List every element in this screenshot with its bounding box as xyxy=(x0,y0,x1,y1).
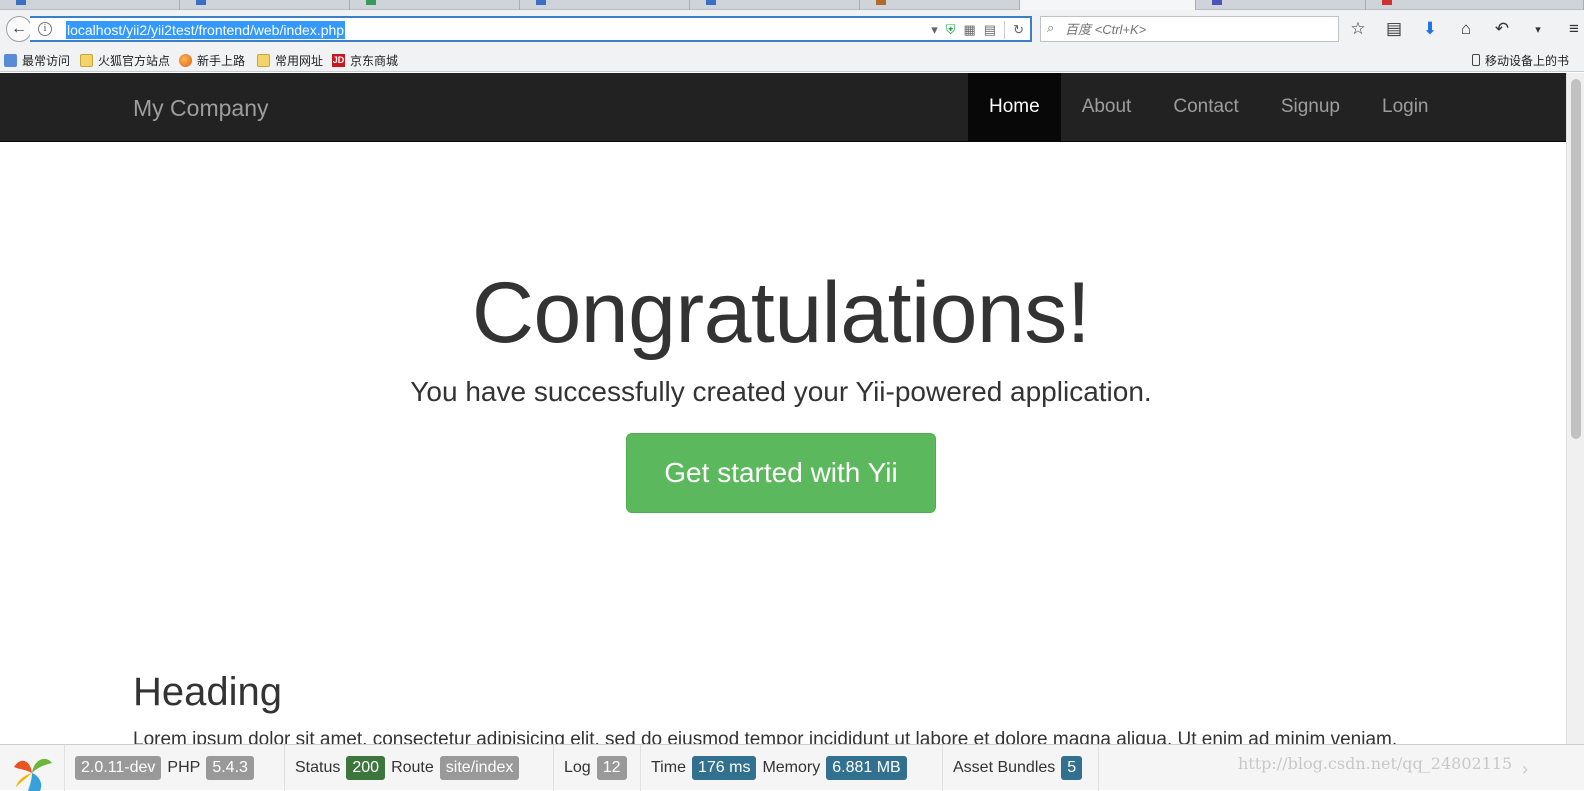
browser-tab[interactable] xyxy=(180,0,350,10)
tab-strip xyxy=(0,0,1584,10)
star-bookmark-icon[interactable]: ☆ xyxy=(1348,19,1368,39)
bookmark-label: 新手上路 xyxy=(197,53,246,68)
time-badge: 176 ms xyxy=(691,756,757,780)
reader-view-icon[interactable]: ▤ xyxy=(984,22,996,38)
status-badge: 200 xyxy=(346,756,386,780)
phone-icon xyxy=(1472,54,1480,66)
undo-icon[interactable]: ↶ xyxy=(1492,19,1512,39)
shield-icon[interactable]: ⛨ xyxy=(946,22,956,38)
bookmark-firefox-site[interactable]: 火狐官方站点 xyxy=(80,52,170,68)
home-icon[interactable]: ⌂ xyxy=(1456,19,1476,39)
firefox-icon xyxy=(179,53,192,67)
nav-contact[interactable]: Contact xyxy=(1152,73,1259,142)
log-label: Log xyxy=(564,759,591,776)
asset-bundles-badge: 5 xyxy=(1061,756,1083,780)
url-text[interactable]: localhost/yii2/yii2test/frontend/web/ind… xyxy=(66,21,346,39)
debug-divider xyxy=(1098,745,1099,791)
browser-tab-active[interactable] xyxy=(1020,0,1196,10)
bookmark-label: 京东商城 xyxy=(350,53,399,68)
search-input[interactable] xyxy=(1065,19,1325,39)
bookmark-mobile[interactable]: 移动设备上的书 xyxy=(1472,52,1569,68)
jd-logo-icon: JD xyxy=(332,53,345,67)
bookmark-label: 常用网址 xyxy=(275,53,324,68)
bookmark-label: 火狐官方站点 xyxy=(98,53,171,68)
page-title: Congratulations! xyxy=(471,265,1091,361)
time-label: Time xyxy=(651,759,686,776)
address-bar[interactable]: i localhost/yii2/yii2test/frontend/web/i… xyxy=(30,16,1032,42)
download-icon[interactable]: ⬇ xyxy=(1420,19,1440,39)
php-version-badge: 5.4.3 xyxy=(206,756,254,780)
bookmark-jd[interactable]: JD 京东商城 xyxy=(332,52,398,68)
info-icon[interactable]: i xyxy=(38,22,52,36)
address-bar-tools: ▾ ⛨ ▦ ▤ ↻ xyxy=(931,21,1024,39)
debug-profiling-block[interactable]: Time 176 ms Memory 6.881 MB xyxy=(640,745,917,791)
browser-tab[interactable] xyxy=(690,0,860,10)
bookmark-icon xyxy=(4,53,17,67)
divider xyxy=(1004,21,1006,39)
library-icon[interactable]: ▤ xyxy=(1384,19,1404,39)
reload-icon[interactable]: ↻ xyxy=(1013,22,1024,38)
qr-code-icon[interactable]: ▦ xyxy=(964,22,976,38)
yii-version-badge: 2.0.11-dev xyxy=(75,756,162,780)
php-label: PHP xyxy=(167,759,201,776)
content-section: Heading Lorem ipsum dolor sit amet, cons… xyxy=(133,667,1433,750)
browser-toolbar: ← i localhost/yii2/yii2test/frontend/web… xyxy=(0,10,1584,48)
memory-label: Memory xyxy=(762,759,821,776)
nav-about[interactable]: About xyxy=(1061,73,1153,142)
scrollbar-thumb[interactable] xyxy=(1571,79,1581,439)
lead-text: You have successfully created your Yii-p… xyxy=(410,376,1152,407)
browser-tab[interactable] xyxy=(520,0,690,10)
main-menu: Home About Contact Signup Login xyxy=(968,73,1450,142)
nav-home[interactable]: Home xyxy=(968,73,1061,142)
debug-version-block[interactable]: 2.0.11-dev PHP 5.4.3 xyxy=(64,745,264,791)
site-navbar: My Company Home About Contact Signup Log… xyxy=(0,73,1566,142)
bookmark-label: 最常访问 xyxy=(22,53,71,68)
search-icon: ⌕ xyxy=(1047,20,1055,35)
folder-icon xyxy=(257,53,270,67)
bookmark-label: 移动设备上的书 xyxy=(1485,53,1570,68)
bookmarks-bar: 最常访问 火狐官方站点 新手上路 常用网址 JD 京东商城 移动设备上的书 xyxy=(0,48,1584,72)
log-count-badge: 12 xyxy=(596,756,627,780)
dropdown-arrow-icon[interactable]: ▾ xyxy=(931,22,938,38)
browser-tab[interactable] xyxy=(1366,0,1584,10)
debug-toolbar: 2.0.11-dev PHP 5.4.3 Status 200 Route si… xyxy=(0,744,1584,791)
search-box[interactable]: ⌕ xyxy=(1040,16,1339,42)
debug-log-block[interactable]: Log 12 xyxy=(553,745,637,791)
get-started-button[interactable]: Get started with Yii xyxy=(626,433,936,513)
browser-tab[interactable] xyxy=(1196,0,1366,10)
status-label: Status xyxy=(295,759,341,776)
browser-tab[interactable] xyxy=(860,0,1020,10)
bookmark-getting-started[interactable]: 新手上路 xyxy=(179,52,245,68)
folder-icon xyxy=(80,53,93,67)
watermark-text: http://blog.csdn.net/qq_24802115 xyxy=(1238,754,1513,773)
route-badge: site/index xyxy=(439,756,520,780)
memory-badge: 6.881 MB xyxy=(826,756,907,780)
browser-action-icons: ☆ ▤ ⬇ ⌂ ↶ ▾ ≡ xyxy=(1348,18,1584,40)
back-button[interactable]: ← xyxy=(6,16,32,42)
page-scrollbar[interactable] xyxy=(1566,73,1584,790)
asset-bundles-label: Asset Bundles xyxy=(953,759,1056,776)
bookmark-most-visited[interactable]: 最常访问 xyxy=(4,52,70,68)
section-heading: Heading xyxy=(133,670,283,714)
browser-tab[interactable] xyxy=(350,0,520,10)
chevron-down-icon[interactable]: ▾ xyxy=(1528,23,1548,36)
brand-link[interactable]: My Company xyxy=(133,95,268,122)
chevron-right-icon[interactable]: › xyxy=(1522,759,1528,780)
bookmark-common-sites[interactable]: 常用网址 xyxy=(257,52,323,68)
yii-logo-icon[interactable] xyxy=(10,753,54,791)
browser-tab[interactable] xyxy=(0,0,180,10)
debug-assets-block[interactable]: Asset Bundles 5 xyxy=(942,745,1092,791)
arrow-left-icon: ← xyxy=(11,20,27,37)
route-label: Route xyxy=(391,759,434,776)
nav-signup[interactable]: Signup xyxy=(1260,73,1361,142)
nav-login[interactable]: Login xyxy=(1361,73,1450,142)
menu-icon[interactable]: ≡ xyxy=(1564,19,1584,39)
debug-request-block[interactable]: Status 200 Route site/index xyxy=(284,745,529,791)
